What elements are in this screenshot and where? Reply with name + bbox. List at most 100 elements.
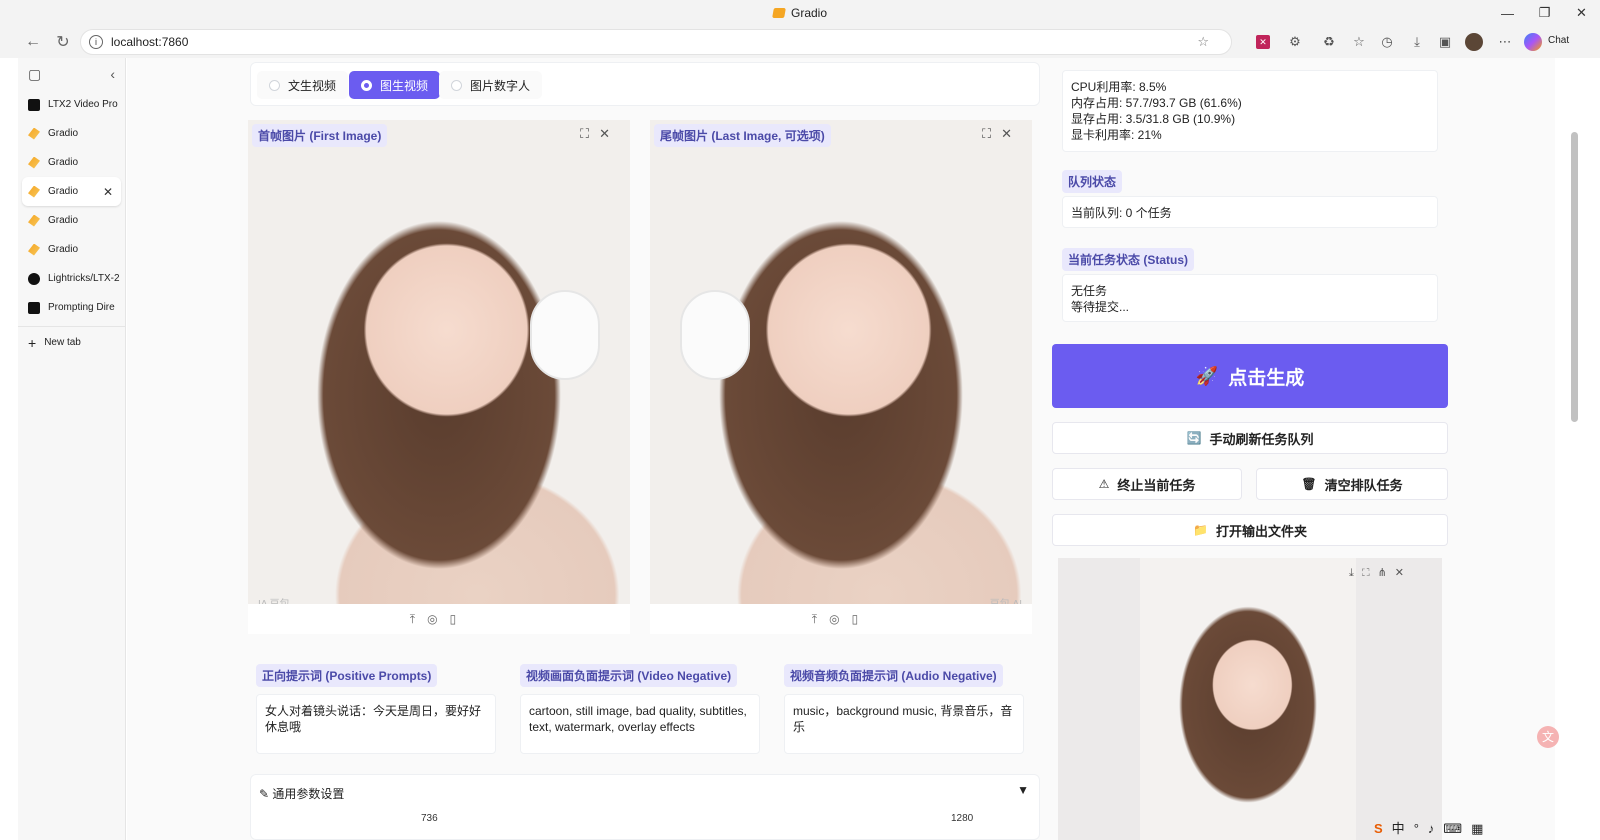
audio-negative-block: 视频音频负面提示词 (Audio Negative) music，backgro… bbox=[784, 658, 1038, 754]
collapse-icon[interactable]: ‹ bbox=[110, 66, 115, 82]
gpu-usage: 显卡利用率: 21% bbox=[1071, 128, 1162, 142]
tab-gradio-1[interactable]: Gradio bbox=[18, 119, 125, 148]
screenshot-icon[interactable]: ▣ bbox=[1434, 30, 1456, 54]
tab-gradio-4[interactable]: Gradio bbox=[18, 206, 125, 235]
extension-icon[interactable]: ✕ bbox=[1256, 35, 1270, 49]
upload-icon[interactable]: ⤒ bbox=[410, 612, 427, 626]
translate-icon[interactable]: 文 bbox=[1537, 726, 1559, 748]
headphone-graphic bbox=[530, 290, 600, 380]
height-value[interactable]: 1280 bbox=[951, 813, 973, 824]
fullscreen-icon[interactable]: ⛶ bbox=[1362, 567, 1378, 579]
gradio-icon bbox=[28, 185, 40, 198]
avatar[interactable] bbox=[1465, 33, 1483, 51]
tab-actions-icon[interactable]: ▢ bbox=[28, 66, 41, 83]
share-icon[interactable]: ⋔ bbox=[1378, 567, 1395, 579]
extensions-icon[interactable]: ⚙ bbox=[1284, 30, 1306, 54]
tab-prompting[interactable]: Prompting Dire bbox=[18, 293, 125, 322]
sogou-icon[interactable]: S bbox=[1374, 821, 1392, 836]
chat-button[interactable]: Chat bbox=[1548, 35, 1569, 46]
download-icon[interactable]: ⤓ bbox=[1349, 567, 1362, 579]
first-image-dropzone[interactable]: 首帧图片 (First Image) ⛶✕ IA 豆包 bbox=[248, 120, 630, 620]
gradio-icon bbox=[28, 127, 40, 140]
clear-icon[interactable]: ✕ bbox=[599, 126, 620, 141]
clear-icon[interactable]: ✕ bbox=[1395, 567, 1412, 579]
params-accordion[interactable]: ✎ 通用参数设置 ▼ 736 1280 bbox=[250, 774, 1040, 840]
mic-icon[interactable]: ♪ bbox=[1428, 821, 1444, 836]
copilot-icon[interactable] bbox=[1524, 33, 1542, 51]
output-video[interactable]: ⤓⛶⋔✕ bbox=[1058, 558, 1442, 840]
clear-queue-button[interactable]: 🗑 清空排队任务 bbox=[1256, 468, 1448, 500]
address-bar[interactable]: i localhost:7860 ☆ bbox=[80, 29, 1232, 55]
close-icon[interactable]: ✕ bbox=[1563, 0, 1600, 26]
mode-image-to-video[interactable]: 图生视频 bbox=[349, 71, 441, 99]
stop-label: 终止当前任务 bbox=[1117, 477, 1196, 493]
profile-switch-icon[interactable]: ♻ bbox=[1318, 30, 1340, 54]
page-scrollbar[interactable] bbox=[1568, 58, 1582, 840]
open-folder-button[interactable]: 📁 打开输出文件夹 bbox=[1052, 514, 1448, 546]
first-image-label: 首帧图片 (First Image) bbox=[252, 124, 388, 147]
clear-icon[interactable]: ✕ bbox=[1001, 126, 1022, 141]
radio-icon bbox=[451, 79, 462, 91]
refresh-queue-button[interactable]: 🔄 手动刷新任务队列 bbox=[1052, 422, 1448, 454]
fullscreen-icon[interactable]: ⛶ bbox=[580, 126, 599, 141]
tab-label: LTX2 Video Pro bbox=[48, 99, 118, 110]
audio-negative-input[interactable]: music，background music, 背景音乐，音乐 bbox=[784, 694, 1024, 754]
video-negative-input[interactable]: cartoon, still image, bad quality, subti… bbox=[520, 694, 760, 754]
restore-icon[interactable]: ❐ bbox=[1526, 0, 1563, 26]
more-icon[interactable]: ⋯ bbox=[1494, 30, 1516, 54]
favorites-icon[interactable]: ☆ bbox=[1348, 30, 1370, 54]
tab-gradio-5[interactable]: Gradio bbox=[18, 235, 125, 264]
first-image-source-bar: ⤒◎▯ bbox=[248, 604, 630, 634]
star-icon[interactable]: ☆ bbox=[1197, 34, 1221, 50]
clipboard-icon[interactable]: ▯ bbox=[852, 612, 871, 626]
tab-label: Gradio bbox=[48, 157, 79, 168]
status-label: 当前任务状态 (Status) bbox=[1062, 248, 1195, 271]
output-preview bbox=[1140, 558, 1356, 840]
reload-icon[interactable]: ↻ bbox=[48, 32, 78, 52]
mode-text-to-video[interactable]: 文生视频 bbox=[257, 71, 349, 99]
tab-ltx2[interactable]: LTX2 Video Pro bbox=[18, 90, 125, 119]
webcam-icon[interactable]: ◎ bbox=[427, 612, 449, 626]
audio-negative-label: 视频音频负面提示词 (Audio Negative) bbox=[784, 664, 1003, 687]
punct-icon[interactable]: ° bbox=[1414, 821, 1428, 836]
history-icon[interactable]: ◷ bbox=[1376, 30, 1398, 54]
status-line-1: 无任务 bbox=[1071, 284, 1108, 298]
keyboard-icon[interactable]: ⌨ bbox=[1443, 821, 1471, 836]
new-tab-button[interactable]: + New tab bbox=[18, 326, 125, 358]
queue-label: 队列状态 bbox=[1062, 170, 1123, 193]
fullscreen-icon[interactable]: ⛶ bbox=[982, 126, 1001, 141]
last-image-label: 尾帧图片 (Last Image, 可选项) bbox=[654, 124, 831, 147]
positive-prompt-label: 正向提示词 (Positive Prompts) bbox=[256, 664, 438, 687]
info-icon[interactable]: i bbox=[89, 35, 103, 49]
queue-status: 当前队列: 0 个任务 bbox=[1062, 196, 1438, 228]
browser-toolbar: ← ↻ i localhost:7860 ☆ ✕ ⚙ ♻ ☆ ◷ ⤓ ▣ ⋯ C… bbox=[0, 26, 1600, 58]
ltx-icon bbox=[28, 98, 40, 111]
upload-icon[interactable]: ⤒ bbox=[812, 612, 829, 626]
scrollbar-thumb[interactable] bbox=[1571, 132, 1578, 422]
window-titlebar: Gradio — ❐ ✕ bbox=[0, 0, 1600, 26]
generate-button[interactable]: 🚀 点击生成 bbox=[1052, 344, 1448, 408]
tab-gradio-active[interactable]: Gradio ✕ bbox=[22, 177, 121, 206]
positive-prompt-input[interactable]: 女人对着镜头说话：今天是周日，要好好休息哦 bbox=[256, 694, 496, 754]
clipboard-icon[interactable]: ▯ bbox=[450, 612, 469, 626]
collapse-arrow-icon[interactable]: ▼ bbox=[1017, 783, 1029, 797]
back-icon[interactable]: ← bbox=[18, 33, 48, 51]
ltx-icon bbox=[28, 301, 40, 314]
stop-task-button[interactable]: ⚠ 终止当前任务 bbox=[1052, 468, 1242, 500]
download-icon[interactable]: ⤓ bbox=[1406, 30, 1428, 54]
tab-github[interactable]: Lightricks/LTX-2 bbox=[18, 264, 125, 293]
params-title-text: 通用参数设置 bbox=[272, 787, 345, 801]
refresh-icon: 🔄 bbox=[1186, 431, 1202, 445]
last-image-dropzone[interactable]: 尾帧图片 (Last Image, 可选项) ⛶✕ 豆包 AI bbox=[650, 120, 1032, 620]
grid-icon[interactable]: ▦ bbox=[1471, 821, 1492, 836]
tab-gradio-2[interactable]: Gradio bbox=[18, 148, 125, 177]
url-text: localhost:7860 bbox=[111, 35, 189, 49]
radio-selected-icon bbox=[361, 79, 372, 91]
ime-mode[interactable]: 中 bbox=[1392, 821, 1414, 836]
mode-image-avatar[interactable]: 图片数字人 bbox=[439, 71, 543, 99]
cpu-usage: CPU利用率: 8.5% bbox=[1071, 80, 1167, 94]
width-value[interactable]: 736 bbox=[421, 813, 438, 824]
webcam-icon[interactable]: ◎ bbox=[829, 612, 851, 626]
close-tab-icon[interactable]: ✕ bbox=[103, 185, 113, 199]
minimize-icon[interactable]: — bbox=[1489, 0, 1526, 26]
